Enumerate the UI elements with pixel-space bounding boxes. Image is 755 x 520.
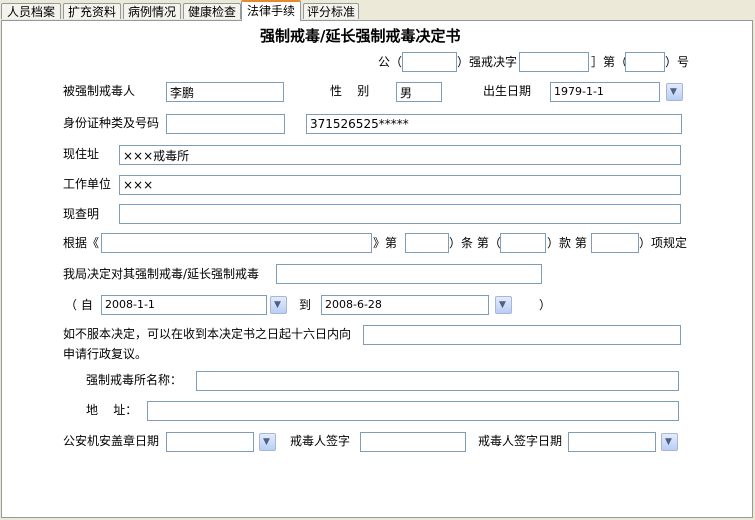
tab-legal-procedures[interactable]: 法律手续 [241, 0, 301, 21]
stamp-date-dropdown-button[interactable]: ▼ [259, 433, 276, 451]
chevron-down-icon: ▼ [665, 437, 672, 447]
birth-date-combo[interactable]: 1979-1-1 [550, 82, 660, 102]
appeal-authority-input[interactable] [363, 325, 681, 345]
doc-no-mid2: ］第（ [591, 55, 628, 69]
basis-section-input[interactable] [500, 233, 546, 253]
form-title: 强制戒毒/延长强制戒毒决定书 [260, 27, 461, 45]
id-number-input[interactable] [306, 114, 682, 134]
doc-no-prefix: 公（ [378, 55, 403, 69]
person-label: 被强制戒毒人 [63, 84, 136, 98]
decision-input[interactable] [276, 264, 542, 284]
birth-label: 出生日期 [483, 84, 532, 98]
sign-date-dropdown-button[interactable]: ▼ [661, 433, 678, 451]
chevron-down-icon: ▼ [274, 300, 281, 310]
birth-date-dropdown-button[interactable]: ▼ [666, 83, 683, 101]
id-type-input[interactable] [166, 114, 285, 134]
period-to-dropdown-button[interactable]: ▼ [495, 296, 512, 314]
tab-extended-info[interactable]: 扩充资料 [63, 3, 121, 19]
period-close: ） [539, 298, 552, 312]
tab-health-check[interactable]: 健康检查 [183, 3, 241, 19]
address-label: 现住址 [63, 147, 100, 161]
decision-label: 我局决定对其强制戒毒/延长强制戒毒 [63, 267, 260, 281]
appeal-text-line2: 申请行政复议。 [63, 347, 148, 361]
basis-clause-input[interactable] [591, 233, 639, 253]
chevron-down-icon: ▼ [670, 87, 677, 97]
center-name-label: 强制戒毒所名称： [86, 373, 183, 387]
center-address-input[interactable] [147, 401, 679, 421]
legal-procedures-panel: 强制戒毒/延长强制戒毒决定书 公（ ）强戒决字［ ］第（ ）号 被强制戒毒人 性… [1, 20, 753, 518]
gender-input[interactable] [396, 82, 442, 102]
appeal-text-line1: 如不服本决定，可以在收到本决定书之日起十六日内向 [63, 327, 352, 341]
tab-scoring-standard[interactable]: 评分标准 [303, 3, 359, 19]
basis-prefix: 根据《 [63, 236, 100, 250]
basis-section-label: ）条 第（ [449, 236, 501, 250]
period-from-combo[interactable]: 2008-1-1 [101, 295, 267, 315]
doc-no-suffix: ）号 [665, 55, 690, 69]
chevron-down-icon: ▼ [263, 437, 270, 447]
period-from-dropdown-button[interactable]: ▼ [270, 296, 287, 314]
period-to-label: 到 [299, 298, 312, 312]
basis-article-label: 》第（ [373, 236, 410, 250]
period-open: （ 自 [65, 298, 93, 312]
sign-date-label: 戒毒人签字日期 [478, 434, 563, 448]
workplace-input[interactable] [119, 175, 681, 195]
id-card-label: 身份证种类及号码 [63, 116, 160, 130]
chevron-down-icon: ▼ [499, 300, 506, 310]
sign-date-combo[interactable] [568, 432, 656, 452]
basis-article-input[interactable] [405, 233, 449, 253]
period-from-value: 2008-1-1 [105, 298, 155, 311]
tab-personnel-file[interactable]: 人员档案 [1, 3, 61, 19]
sign-label: 戒毒人签字 [290, 434, 351, 448]
tab-bar: 人员档案 扩充资料 病例情况 健康检查 法律手续 评分标准 [0, 0, 755, 21]
birth-date-value: 1979-1-1 [554, 85, 604, 98]
workplace-label: 工作单位 [63, 177, 112, 191]
period-to-combo[interactable]: 2008-6-28 [321, 295, 489, 315]
person-name-input[interactable] [166, 82, 284, 102]
tab-medical-history[interactable]: 病例情况 [123, 3, 181, 19]
doc-no-input-3[interactable] [625, 52, 665, 72]
doc-no-input-1[interactable] [402, 52, 457, 72]
address-input[interactable] [119, 145, 681, 165]
basis-suffix: ）项规定 [639, 236, 688, 250]
center-name-input[interactable] [196, 371, 679, 391]
stamp-date-label: 公安机安盖章日期 [63, 434, 160, 448]
center-address-label: 地 址： [86, 403, 138, 417]
basis-law-input[interactable] [101, 233, 372, 253]
period-to-value: 2008-6-28 [325, 298, 382, 311]
stamp-date-combo[interactable] [166, 432, 254, 452]
sign-input[interactable] [360, 432, 466, 452]
doc-no-input-2[interactable] [519, 52, 589, 72]
gender-label: 性 别 [330, 84, 370, 98]
investigation-label: 现查明 [63, 207, 100, 221]
investigation-input[interactable] [119, 204, 681, 224]
